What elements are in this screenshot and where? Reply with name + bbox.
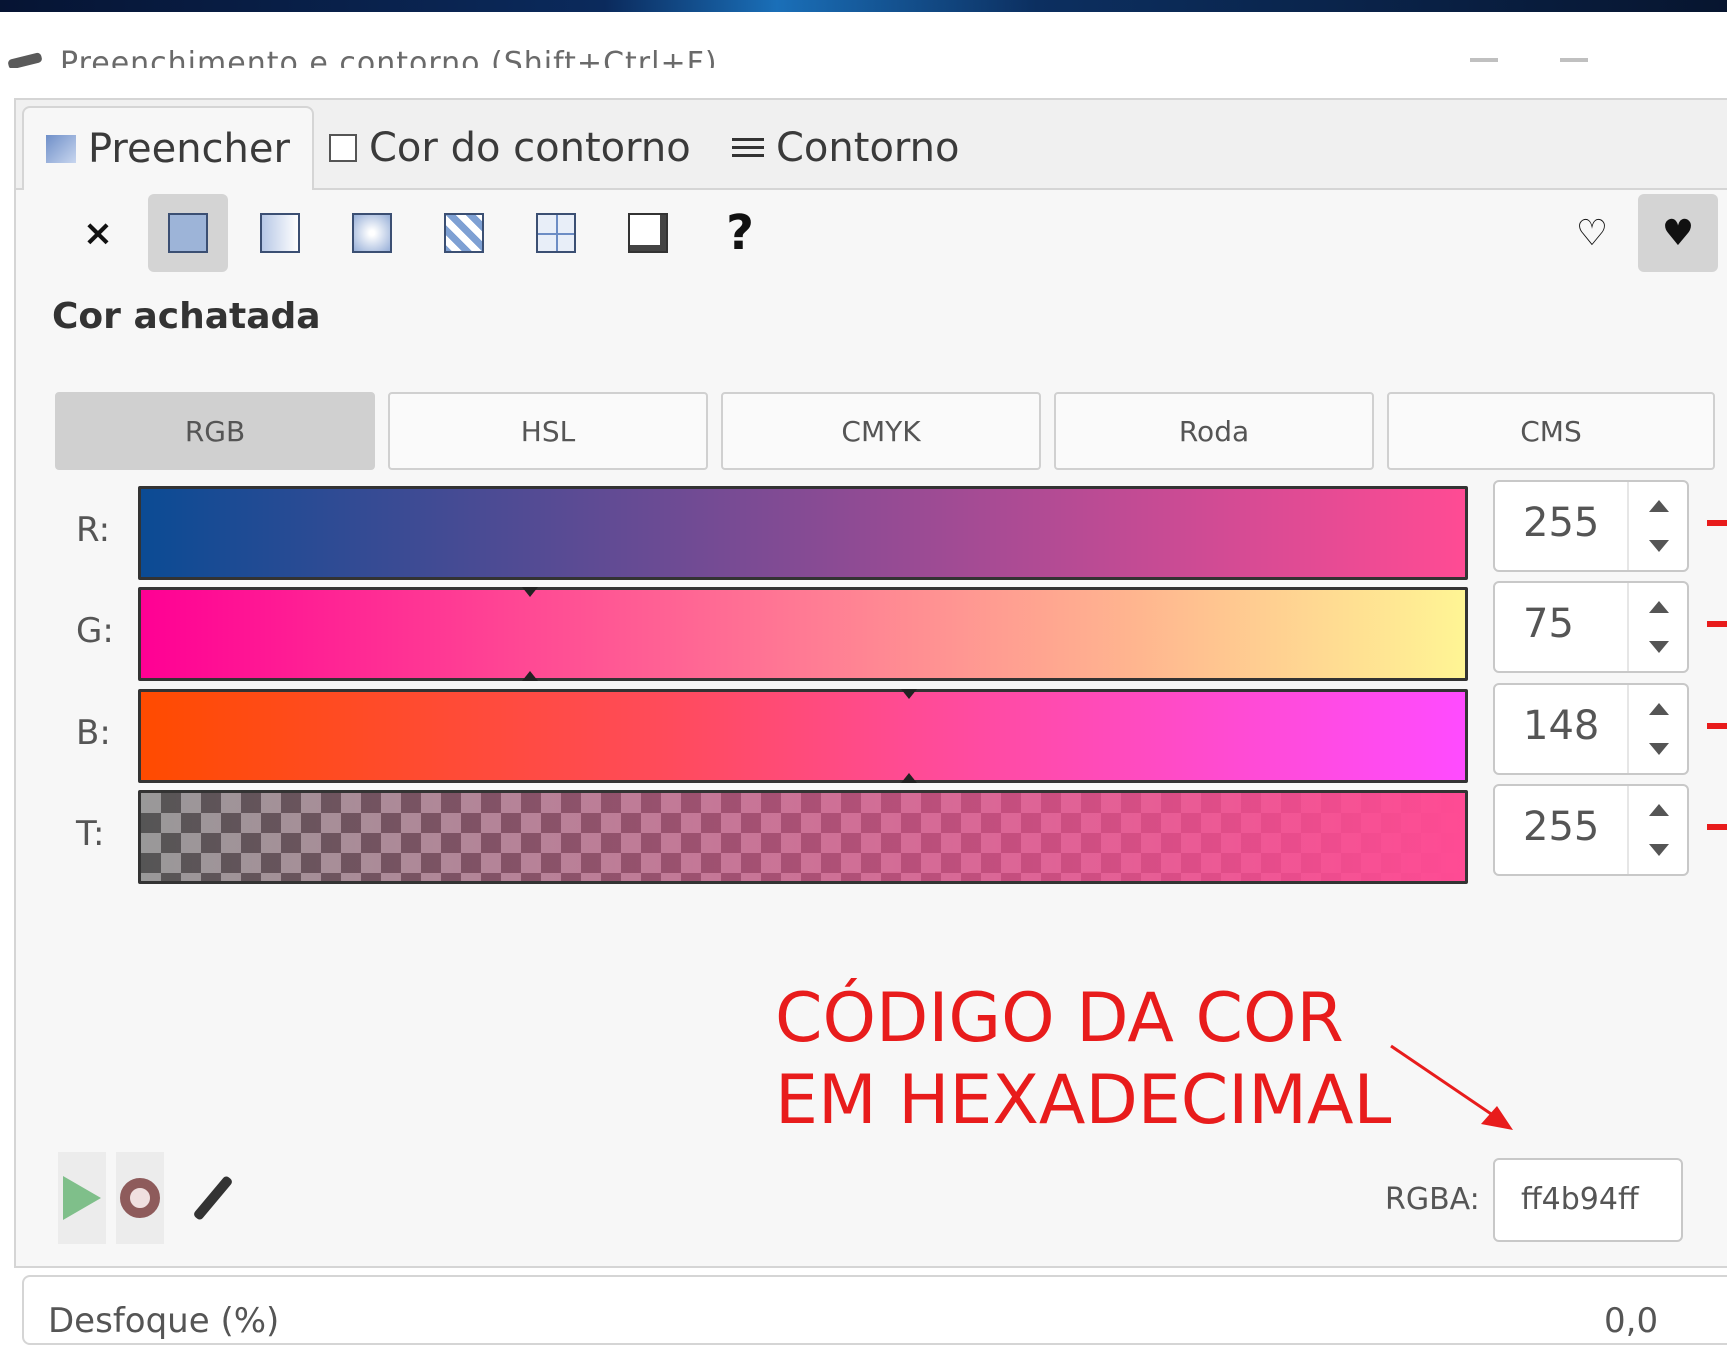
decrement-icon[interactable] — [1649, 641, 1669, 653]
slider-marker-top — [522, 587, 539, 597]
increment-icon[interactable] — [1649, 804, 1669, 816]
color-scales-icon — [63, 1176, 101, 1220]
channel-row-r: R: 255 — [0, 480, 1727, 580]
flat-color-icon — [168, 213, 208, 253]
color-mode-tabs: RGB HSL CMYK Roda CMS — [55, 392, 1715, 472]
x-icon: × — [82, 212, 114, 254]
channel-slider-r[interactable] — [138, 486, 1468, 580]
linear-gradient-icon — [260, 213, 300, 253]
pattern-icon — [536, 213, 576, 253]
swatch-button[interactable] — [608, 194, 688, 272]
paint-type-row: × ? ♡ ♥ — [52, 194, 1727, 274]
tab-strip: Preencher Cor do contorno Contorno — [16, 100, 1727, 190]
channel-slider-b[interactable] — [138, 689, 1468, 783]
tab-fill-label: Preencher — [88, 126, 290, 172]
channel-row-g: G: 75 — [0, 581, 1727, 681]
mode-tab-cms[interactable]: CMS — [1387, 392, 1715, 470]
tab-stroke-style[interactable]: Contorno — [732, 108, 959, 188]
channel-label-b: B: — [76, 713, 111, 753]
linear-gradient-button[interactable] — [240, 194, 320, 272]
channel-label-t: T: — [76, 814, 105, 854]
increment-icon[interactable] — [1649, 703, 1669, 715]
mode-tab-cmyk[interactable]: CMYK — [721, 392, 1041, 470]
eyedropper-icon[interactable] — [192, 1174, 234, 1222]
fill-rule-nonzero-icon: ♥ — [1661, 212, 1695, 254]
channel-spinbox-r[interactable]: 255 — [1493, 480, 1689, 572]
close-icon[interactable] — [1560, 58, 1588, 62]
channel-row-b: B: 148 — [0, 683, 1727, 783]
color-wheel-icon — [120, 1178, 160, 1218]
flat-color-button[interactable] — [148, 194, 228, 272]
fill-tab-icon — [46, 135, 76, 163]
mode-tab-rgb[interactable]: RGB — [55, 392, 375, 470]
mode-tab-hsl[interactable]: HSL — [388, 392, 708, 470]
hex-annotation-line1: CÓDIGO DA COR — [775, 979, 1344, 1058]
annotation-arrow-icon — [1707, 824, 1727, 830]
hex-annotation-arrow-icon — [1390, 1044, 1513, 1130]
tab-stroke-paint[interactable]: Cor do contorno — [329, 108, 691, 188]
color-scales-button[interactable] — [58, 1152, 106, 1244]
slider-marker-bottom — [900, 773, 917, 783]
unset-paint-button[interactable]: ? — [700, 194, 780, 272]
stroke-paint-tab-icon — [329, 134, 357, 162]
channel-value-r: 255 — [1523, 500, 1600, 546]
annotation-arrow-icon — [1707, 621, 1727, 627]
channel-spinbox-g[interactable]: 75 — [1493, 581, 1689, 673]
rgba-label: RGBA: — [1385, 1182, 1480, 1217]
channel-slider-t[interactable] — [138, 790, 1468, 884]
no-paint-button[interactable]: × — [58, 194, 138, 272]
annotation-arrow-icon — [1707, 723, 1727, 729]
slider-marker-top — [900, 689, 917, 699]
dialog-grip-icon[interactable] — [7, 52, 43, 68]
channel-spinbox-b[interactable]: 148 — [1493, 683, 1689, 775]
hex-annotation: CÓDIGO DA COR EM HEXADECIMAL — [775, 978, 1391, 1142]
channel-value-b: 148 — [1523, 703, 1600, 749]
fill-rule-nonzero-button[interactable]: ♥ — [1638, 194, 1718, 272]
channel-spinbox-t[interactable]: 255 — [1493, 784, 1689, 876]
pattern-button[interactable] — [516, 194, 596, 272]
mesh-gradient-button[interactable] — [424, 194, 504, 272]
blur-value: 0,0 — [1604, 1301, 1659, 1341]
channel-label-r: R: — [76, 510, 111, 550]
mode-tab-wheel[interactable]: Roda — [1054, 392, 1374, 470]
fill-rule-evenodd-button[interactable]: ♡ — [1552, 194, 1632, 272]
dialog-title: Preenchimento e contorno (Shift+Ctrl+F) — [60, 46, 718, 69]
channel-row-t: T: 255 — [0, 784, 1727, 884]
desktop-top-bar — [0, 0, 1727, 12]
channel-value-t: 255 — [1523, 804, 1600, 850]
minimize-icon[interactable] — [1470, 58, 1498, 62]
tab-stroke-paint-label: Cor do contorno — [369, 125, 691, 171]
radial-gradient-button[interactable] — [332, 194, 412, 272]
channel-slider-g[interactable] — [138, 587, 1468, 681]
stroke-style-tab-icon — [732, 134, 764, 162]
channel-value-g: 75 — [1523, 601, 1574, 647]
mesh-gradient-icon — [444, 213, 484, 253]
fill-rule-evenodd-icon: ♡ — [1575, 212, 1609, 254]
hex-annotation-line2: EM HEXADECIMAL — [775, 1061, 1392, 1140]
decrement-icon[interactable] — [1649, 540, 1669, 552]
tab-stroke-style-label: Contorno — [776, 125, 960, 171]
question-icon: ? — [726, 205, 754, 261]
section-title-flat-color: Cor achatada — [52, 296, 321, 337]
channel-label-g: G: — [76, 611, 114, 651]
decrement-icon[interactable] — [1649, 844, 1669, 856]
increment-icon[interactable] — [1649, 500, 1669, 512]
blur-label: Desfoque (%) — [48, 1301, 280, 1341]
blur-control[interactable]: Desfoque (%) 0,0 — [22, 1275, 1727, 1345]
decrement-icon[interactable] — [1649, 743, 1669, 755]
dialog-title-bar: Preenchimento e contorno (Shift+Ctrl+F) — [0, 44, 1727, 68]
tab-fill[interactable]: Preencher — [22, 106, 314, 190]
increment-icon[interactable] — [1649, 601, 1669, 613]
color-wheel-button[interactable] — [116, 1152, 164, 1244]
radial-gradient-icon — [352, 213, 392, 253]
slider-marker-bottom — [522, 671, 539, 681]
swatch-icon — [628, 213, 668, 253]
rgba-input[interactable]: ff4b94ff — [1493, 1158, 1683, 1242]
annotation-arrow-icon — [1707, 520, 1727, 526]
color-tools — [58, 1152, 298, 1248]
